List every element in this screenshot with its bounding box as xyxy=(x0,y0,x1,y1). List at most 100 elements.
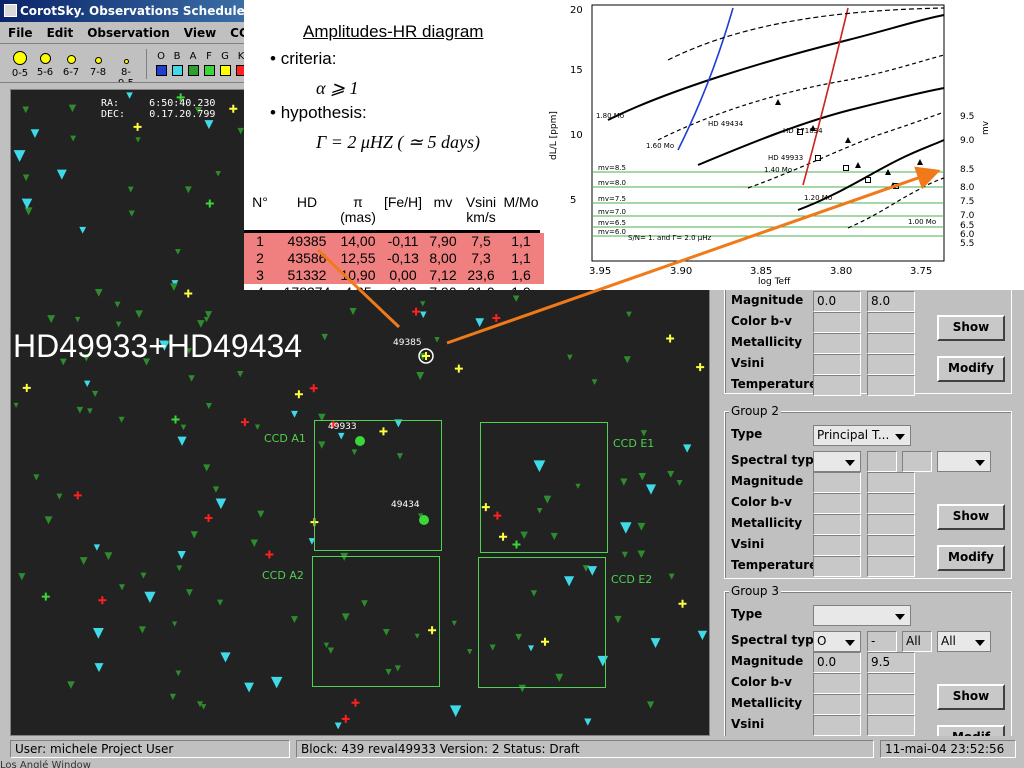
magnitude-max-field[interactable]: 9.5 xyxy=(867,652,915,673)
plot-annotation: 1.40 Mo xyxy=(764,166,792,174)
group3-spectral-from-select[interactable]: O xyxy=(813,631,861,652)
mv-line-label: mv=8.5 xyxy=(598,164,626,172)
temperature-min-field[interactable] xyxy=(813,556,861,577)
color-label: Color b-v xyxy=(731,675,792,689)
temperature-max-field[interactable] xyxy=(867,375,915,396)
group3-spectral-dash-field[interactable]: - xyxy=(867,631,897,652)
star-red-icon xyxy=(351,698,360,707)
vsini-max-field[interactable] xyxy=(867,354,915,375)
group3-modify-button[interactable]: Modif xyxy=(937,725,1005,736)
ccd-e2-frame[interactable] xyxy=(478,557,606,688)
group3-spectral-subclass-field[interactable]: All xyxy=(902,631,932,652)
star-green-icon xyxy=(237,371,244,378)
group2-spectral-to-select[interactable] xyxy=(937,451,991,472)
star-green-icon xyxy=(203,316,210,323)
star-cyan-icon xyxy=(30,129,40,138)
star-green-icon xyxy=(512,295,520,303)
star-green-icon xyxy=(203,464,211,472)
star-cyan-icon xyxy=(697,630,708,641)
vsini-min-field[interactable] xyxy=(813,354,861,375)
metallicity-max-field[interactable] xyxy=(867,514,915,535)
magnitude-min-field[interactable]: 0.0 xyxy=(813,291,861,312)
star-green-icon xyxy=(68,104,77,113)
group2-type-select[interactable]: Principal T... xyxy=(813,425,911,446)
mag-legend-8-9-5: 8-9.5 xyxy=(114,51,138,82)
color-min-field[interactable] xyxy=(813,673,861,694)
star-green-icon xyxy=(169,693,176,700)
group-2: Group 2 Type Principal T... Spectral typ… xyxy=(724,404,1012,579)
magnitude-max-field[interactable]: 8.0 xyxy=(867,291,915,312)
menu-observation[interactable]: Observation xyxy=(87,22,170,43)
ccd-e1-frame[interactable] xyxy=(480,422,608,553)
metallicity-min-field[interactable] xyxy=(813,514,861,535)
metallicity-min-field[interactable] xyxy=(813,694,861,715)
group2-show-button[interactable]: Show xyxy=(937,504,1005,530)
magnitude-min-field[interactable]: 0.0 xyxy=(813,652,861,673)
vsini-min-field[interactable] xyxy=(813,535,861,556)
vsini-min-field[interactable] xyxy=(813,715,861,736)
magnitude-max-field[interactable] xyxy=(867,472,915,493)
color-label: Color b-v xyxy=(731,495,792,509)
menu-edit[interactable]: Edit xyxy=(47,22,74,43)
metallicity-min-field[interactable] xyxy=(813,333,861,354)
star-green-icon xyxy=(215,170,221,177)
group3-type-select[interactable] xyxy=(813,605,911,626)
menu-bar: File Edit Observation View CCD Ov xyxy=(0,22,244,44)
star-green-icon xyxy=(212,486,220,493)
x-tick-label: 3.95 xyxy=(589,266,611,277)
star-green-icon xyxy=(140,572,147,579)
color-min-field[interactable] xyxy=(813,312,861,333)
field-title: HD49933+HD49434 xyxy=(13,328,303,364)
group2-spectral-from-select[interactable] xyxy=(813,451,861,472)
magnitude-min-field[interactable] xyxy=(813,472,861,493)
table-cell: 0,00 xyxy=(389,267,417,283)
star-green-icon xyxy=(637,522,646,531)
star-green-icon xyxy=(190,531,198,539)
star-green-icon xyxy=(250,539,258,547)
coordinates-readout: RA: 6:50:40.230 DEC: 0.17.20.799 xyxy=(101,98,216,120)
group3-show-button[interactable]: Show xyxy=(937,684,1005,710)
star-cyan-icon xyxy=(177,436,187,446)
menu-ccd[interactable]: CCD xyxy=(230,22,244,43)
star-green-icon xyxy=(668,573,675,580)
star-green-icon xyxy=(676,480,683,487)
vsini-max-field[interactable] xyxy=(867,715,915,736)
metallicity-max-field[interactable] xyxy=(867,333,915,354)
vsini-max-field[interactable] xyxy=(867,535,915,556)
spectral-swatch-icon xyxy=(171,65,183,76)
metallicity-max-field[interactable] xyxy=(867,694,915,715)
temperature-min-field[interactable] xyxy=(813,375,861,396)
mv-line-label: mv=7.0 xyxy=(598,208,626,216)
star-green-icon xyxy=(420,301,426,307)
group2-spectral-dash-field[interactable] xyxy=(867,451,897,472)
overlay-formula-hypothesis: Γ = 2 μHZ ( ≃ 5 days) xyxy=(316,132,480,152)
group2-spectral-subclass-field[interactable] xyxy=(902,451,932,472)
overlay-formula-criteria: α ⩾ 1 xyxy=(316,78,359,98)
ccd-a2-frame[interactable] xyxy=(312,556,440,687)
star-green-icon xyxy=(175,670,182,677)
group3-spectral-to-select[interactable]: All xyxy=(937,631,991,652)
star-green-icon xyxy=(623,356,631,364)
group1-show-button[interactable]: Show xyxy=(937,315,1005,341)
y-tick-label: 5 xyxy=(570,195,576,206)
star-cyan-icon xyxy=(449,705,462,717)
plot-annotation: 1.00 Mo xyxy=(908,218,936,226)
group1-modify-button[interactable]: Modify xyxy=(937,356,1005,382)
right-tick-label: 9.5 xyxy=(960,112,974,122)
temperature-max-field[interactable] xyxy=(867,556,915,577)
menu-file[interactable]: File xyxy=(8,22,33,43)
ccd-a1-frame[interactable] xyxy=(314,420,442,551)
color-min-field[interactable] xyxy=(813,493,861,514)
color-max-field[interactable] xyxy=(867,673,915,694)
legend-divider xyxy=(146,49,147,79)
menu-view[interactable]: View xyxy=(184,22,216,43)
color-max-field[interactable] xyxy=(867,312,915,333)
mv-line-label: mv=7.5 xyxy=(598,195,626,203)
overlay-bullet-hypothesis: • hypothesis: xyxy=(270,103,367,122)
color-max-field[interactable] xyxy=(867,493,915,514)
star-green-icon xyxy=(200,704,207,710)
star-green-icon xyxy=(67,681,75,689)
group2-modify-button[interactable]: Modify xyxy=(937,545,1005,571)
star-green-icon xyxy=(170,283,178,291)
star-green-icon xyxy=(620,478,628,486)
